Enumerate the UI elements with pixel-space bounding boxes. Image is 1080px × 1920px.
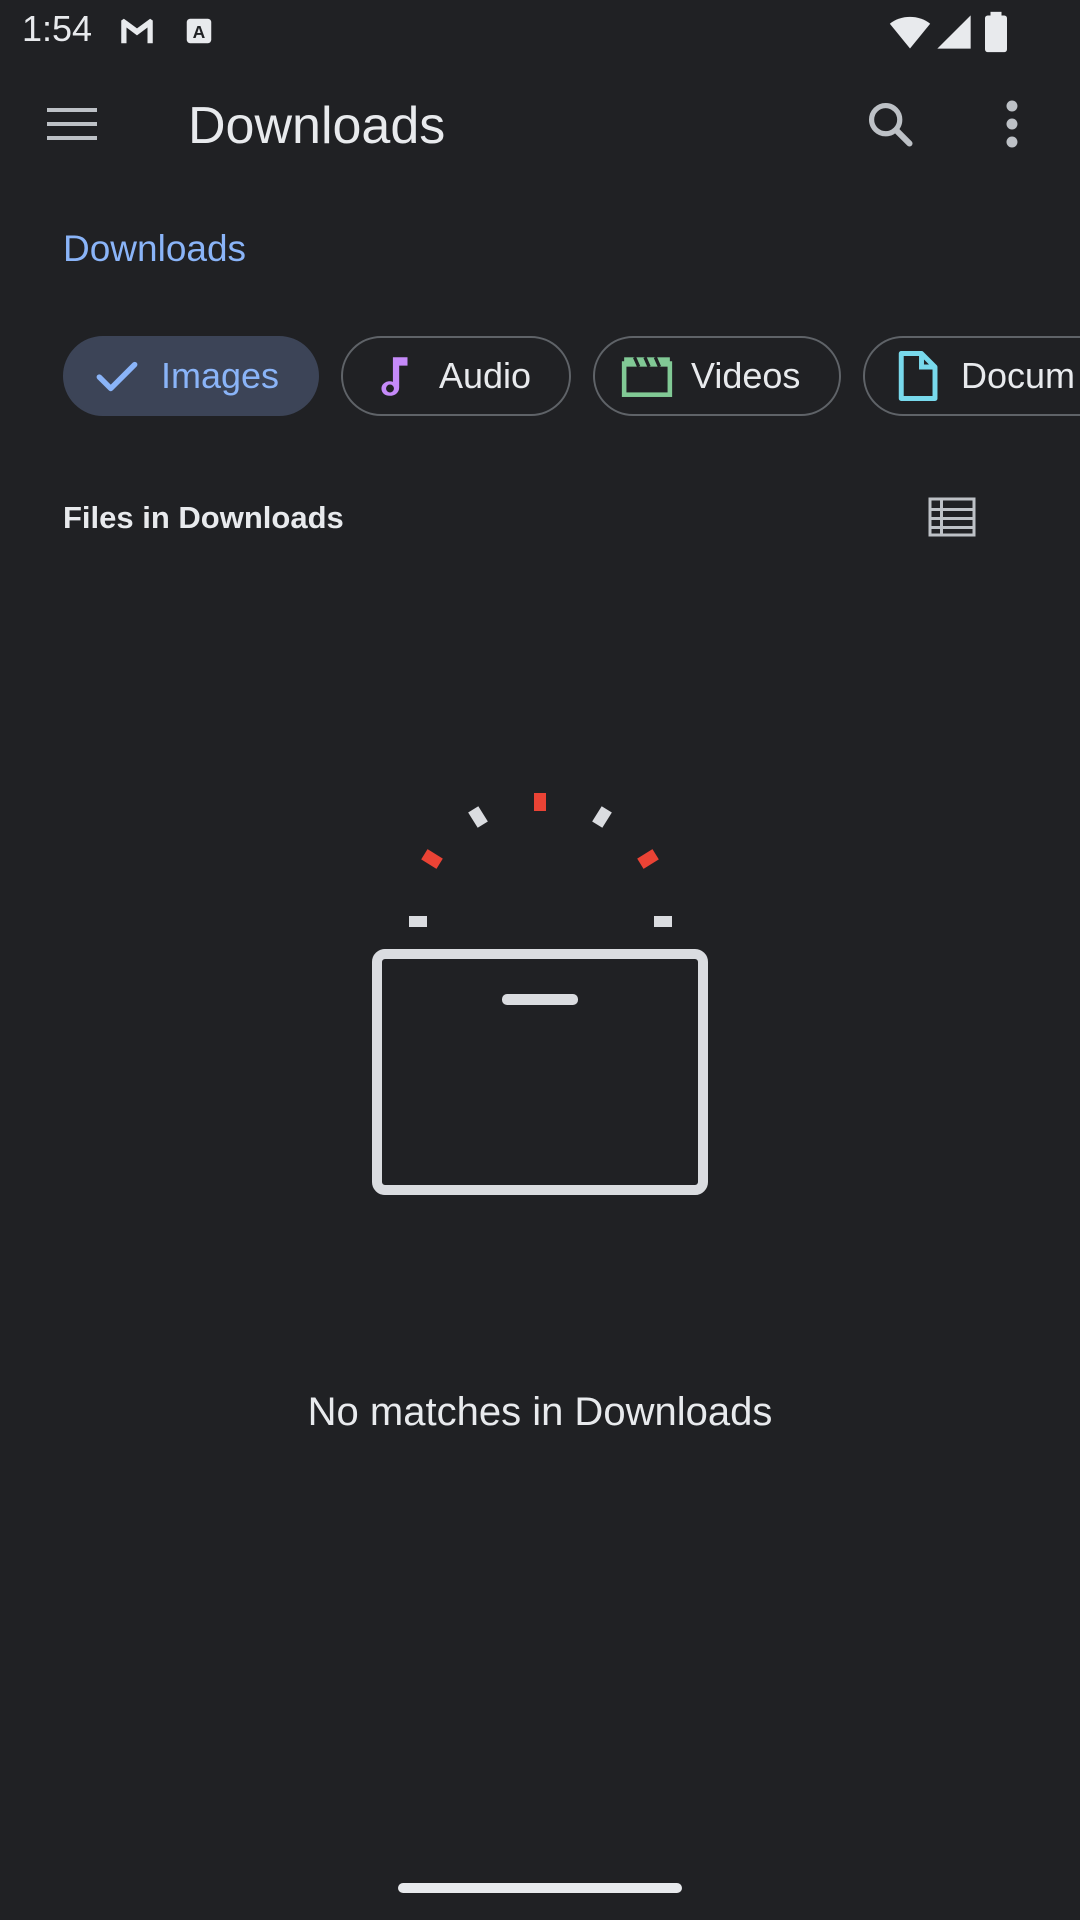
empty-state-message: No matches in Downloads xyxy=(307,1390,773,1434)
chip-images[interactable]: Images xyxy=(63,336,319,416)
navigation-menu-button[interactable] xyxy=(30,94,114,158)
svg-text:A: A xyxy=(193,22,206,42)
status-time: 1:54 xyxy=(22,8,93,49)
chip-videos[interactable]: Videos xyxy=(593,336,841,416)
more-vert-icon xyxy=(1004,100,1020,153)
section-title: Files in Downloads xyxy=(63,500,344,535)
chip-label: Videos xyxy=(691,355,801,396)
gesture-navigation-bar[interactable] xyxy=(398,1883,682,1893)
status-bar: 1:54 A xyxy=(0,0,1080,64)
music-note-icon xyxy=(367,348,423,404)
cell-signal-icon xyxy=(934,10,974,59)
chip-documents[interactable]: Docum xyxy=(863,336,1080,416)
more-options-button[interactable] xyxy=(975,94,1049,158)
empty-box-icon xyxy=(360,780,720,1200)
page-title: Downloads xyxy=(188,97,446,155)
check-icon xyxy=(89,348,145,404)
chip-audio[interactable]: Audio xyxy=(341,336,571,416)
breadcrumb[interactable]: Downloads xyxy=(63,228,246,270)
filter-chip-row: Images Audio Videos Docum xyxy=(63,336,1080,420)
clapperboard-icon xyxy=(619,348,675,404)
chip-label: Docum xyxy=(961,355,1076,396)
text-a-icon: A xyxy=(178,10,220,57)
top-app-bar: Downloads xyxy=(0,64,1080,188)
wifi-icon xyxy=(888,10,932,59)
gmail-icon xyxy=(116,10,158,57)
breadcrumb-item-downloads[interactable]: Downloads xyxy=(63,228,246,269)
search-button[interactable] xyxy=(850,94,930,158)
list-view-icon xyxy=(928,497,976,542)
battery-icon xyxy=(982,10,1010,59)
search-icon xyxy=(864,98,916,155)
chip-label: Images xyxy=(161,355,280,396)
document-icon xyxy=(889,348,945,404)
view-toggle-button[interactable] xyxy=(920,490,984,548)
chip-label: Audio xyxy=(439,355,532,396)
hamburger-menu-icon xyxy=(47,104,97,149)
